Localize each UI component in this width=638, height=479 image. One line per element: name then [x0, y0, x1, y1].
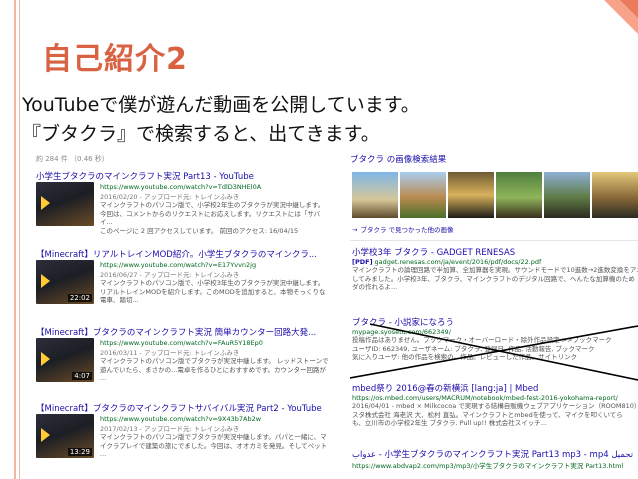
video-result-date: 2016/02/20 - アップロード元: トレインふみき [100, 193, 240, 201]
video-duration: 13:29 [67, 448, 92, 456]
more-images-link[interactable]: → ブタクラ で見つかった他の画像 [352, 224, 454, 234]
image-thumbnail[interactable] [592, 172, 638, 218]
slide-title: 自己紹介2 [42, 42, 188, 77]
video-result-date: 2016/03/11 - アップロード元: トレインふみき [100, 349, 240, 357]
web-result[interactable]: 小学校3年 ブタクラ - GADGET RENESAS [PDF] gadget.… [352, 246, 638, 292]
video-result-date: 2016/06/27 - アップロード元: トレインふみき [100, 271, 240, 279]
video-result-snippet: マインクラフトのパソコン版でブタクラが実況中継します。 レッドストーンで [100, 357, 329, 365]
web-result-url: mypage.syosetu.com/662349/ [352, 328, 451, 336]
web-result-snippet: 2016/04/01 - mbed × Milkcocoa で実現する結構自販機… [352, 402, 638, 410]
web-result-snippet: ユーザID: 662349, ユーザネーム: ブタクラ, 登録日, 作品, 活動… [352, 344, 595, 353]
video-result-title[interactable]: 【Minecraft】リアルトレインMOD紹介。小学生ブタクラのマインクラ... [36, 248, 336, 260]
video-result-url: https://www.youtube.com/watch?v=E17Yvvn2… [100, 261, 257, 269]
video-result[interactable]: 【Minecraft】ブタクラのマインクラフト実況 簡単カウンター回路大発...… [36, 326, 336, 382]
left-border-line [14, 0, 16, 479]
visit-history-note: このページに 2 回アクセスしています。 前回のアクセス: 16/04/15 [100, 226, 299, 235]
web-result-snippet: ダの作れるよ... [352, 283, 398, 291]
result-count: 約 284 件 （0.46 秒） [36, 155, 109, 163]
video-thumbnail[interactable]: 4:07 [36, 338, 94, 382]
image-thumbnail[interactable] [352, 172, 398, 218]
web-result-title[interactable]: عدواب - 小学生ブタクラのマインクラフト実況 Part13 mp3 - m… [352, 448, 638, 460]
web-result-snippet: してみました。小学校3年、ブタクラ、マインクラフトのデジタル回路で、ヘんたな加算… [352, 274, 635, 283]
video-result[interactable]: 小学生ブタクラのマインクラフト実況 Part13 - YouTube https… [36, 170, 336, 235]
video-result-snippet: 遊んでいたら、まさかの...電卓を作るひとにおすすめです。カウンター回路が [100, 365, 327, 374]
more-images-label: ブタクラ で見つかった他の画像 [360, 226, 454, 234]
right-results-column: ブタクラ の画像検索結果 → ブタクラ で見つかった他の画像 小学校3年 ブタクラ… [350, 150, 638, 479]
video-result-date: 2017/02/13 - アップロード元: トレインふみき [100, 425, 240, 433]
video-duration: 4:07 [72, 372, 92, 380]
play-icon [41, 274, 50, 288]
image-thumbnail[interactable] [400, 172, 446, 218]
video-result-title[interactable]: 【Minecraft】ブタクラのマインクラフト実況 簡単カウンター回路大発... [36, 326, 336, 338]
image-thumbnail[interactable] [544, 172, 590, 218]
body-text-line-1: YouTubeで僕が遊んだ動画を公開しています。 [22, 94, 420, 116]
image-thumbnail[interactable] [496, 172, 542, 218]
web-result-title[interactable]: ブタクラ - 小説家になろう [352, 316, 638, 328]
video-result-url: https://www.youtube.com/watch?v=9X43b7Ab… [100, 415, 262, 423]
video-result[interactable]: 【Minecraft】ブタクラのマインクラフトサバイバル実況 Part2 - Y… [36, 402, 336, 458]
web-result-snippet: 気に入りユーザ: 他の作品を検索の。作品。レビューした作品。サイトリンク [352, 353, 578, 361]
video-result-snippet: 電車、踏切... [100, 296, 139, 304]
video-result-snippet: イクラプレイで建築の旅にでました。今回は、オオカミを発見。そしてペット [100, 441, 328, 450]
video-result-snippet: ... [100, 450, 107, 458]
pdf-badge: [PDF] [352, 258, 373, 266]
web-result-url: gadget.renesas.com/ja/event/2016/pdf/doc… [374, 258, 542, 266]
video-result-snippet: 今回は、コメントからのリクエストにお応えします。リクエストには「サバ [100, 209, 321, 218]
video-thumbnail[interactable]: 22:02 [36, 260, 94, 304]
web-result-title[interactable]: mbed祭り 2016@春の新横浜 [lang:ja] | Mbed [352, 382, 638, 394]
video-result-snippet: マインクラフトのパソコン版で、小学校2年生のブタクラが実況中継します。 [100, 201, 325, 209]
video-result[interactable]: 【Minecraft】リアルトレインMOD紹介。小学生ブタクラのマインクラ...… [36, 248, 336, 304]
image-results-strip [352, 172, 638, 218]
web-result-snippet: も、立川市の小学校2年生 ブタクラ. Pull up!! 株式会社スイッチ... [352, 419, 547, 427]
web-result-snippet: マインクラフトの論理回路で半加算、全加算器を実現。サウンドモードで10進数→2進… [352, 266, 638, 274]
web-result-url: https://os.mbed.com/users/MACRUM/noteboo… [352, 394, 618, 402]
left-border-line-thin [19, 0, 20, 479]
video-result-snippet: マインクラフトのパソコン版でブタクラが実況中継します。パパと一緒に、マ [100, 433, 327, 441]
web-result[interactable]: mbed祭り 2016@春の新横浜 [lang:ja] | Mbed https… [352, 382, 638, 428]
web-result-url: https://www.abdvap2.com/mp3/mp3/小学生ブタクラの… [352, 462, 624, 470]
image-results-heading[interactable]: ブタクラ の画像検索結果 [350, 153, 446, 165]
video-result-url: https://www.youtube.com/watch?v=TdlD3NHE… [100, 183, 262, 191]
play-icon [41, 196, 50, 210]
video-result-snippet: マインクラフトのパソコン版で、小学校3年生のブタクラが実況中継します。 [100, 279, 325, 287]
video-result-url: https://www.youtube.com/watch?v=FAuR5Y18… [100, 339, 263, 347]
play-icon [41, 352, 50, 366]
corner-decoration-inner [620, 0, 638, 18]
play-icon [41, 428, 50, 442]
web-result-snippet: 投稿作品はありません。ブックマーク・オーバーロード・除外作品設定 >>ブックマー… [352, 336, 612, 344]
video-result-title[interactable]: 【Minecraft】ブタクラのマインクラフトサバイバル実況 Part2 - Y… [36, 402, 336, 414]
video-results-column: 約 284 件 （0.46 秒） 小学生ブタクラのマインクラフト実況 Part1… [28, 150, 338, 479]
arrow-right-icon: → [352, 226, 358, 234]
video-duration: 22:02 [67, 294, 92, 302]
web-result-title[interactable]: 小学校3年 ブタクラ - GADGET RENESAS [352, 246, 638, 258]
divider [350, 240, 638, 241]
video-result-snippet: リアルトレインMODを紹介します。このMODを追加すると、本物そっくりな [100, 287, 326, 296]
search-results-screenshot: 約 284 件 （0.46 秒） 小学生ブタクラのマインクラフト実況 Part1… [28, 150, 638, 479]
video-thumbnail[interactable] [36, 182, 94, 226]
web-result[interactable]: ブタクラ - 小説家になろう mypage.syosetu.com/662349… [352, 316, 638, 362]
video-result-snippet: ... [100, 374, 107, 382]
body-text-line-2: 『ブタクラ』で検索すると、出てきます。 [22, 123, 380, 145]
image-thumbnail[interactable] [448, 172, 494, 218]
web-result-snippet: スタ株式会社 海老沢 大、松村 直弘。マインクラフトとmbedを使って、マイクを… [352, 410, 623, 419]
video-result-snippet: イ... [100, 218, 113, 226]
video-result-title[interactable]: 小学生ブタクラのマインクラフト実況 Part13 - YouTube [36, 170, 336, 182]
web-result[interactable]: عدواب - 小学生ブタクラのマインクラフト実況 Part13 mp3 - m… [352, 448, 638, 470]
video-thumbnail[interactable]: 13:29 [36, 414, 94, 458]
